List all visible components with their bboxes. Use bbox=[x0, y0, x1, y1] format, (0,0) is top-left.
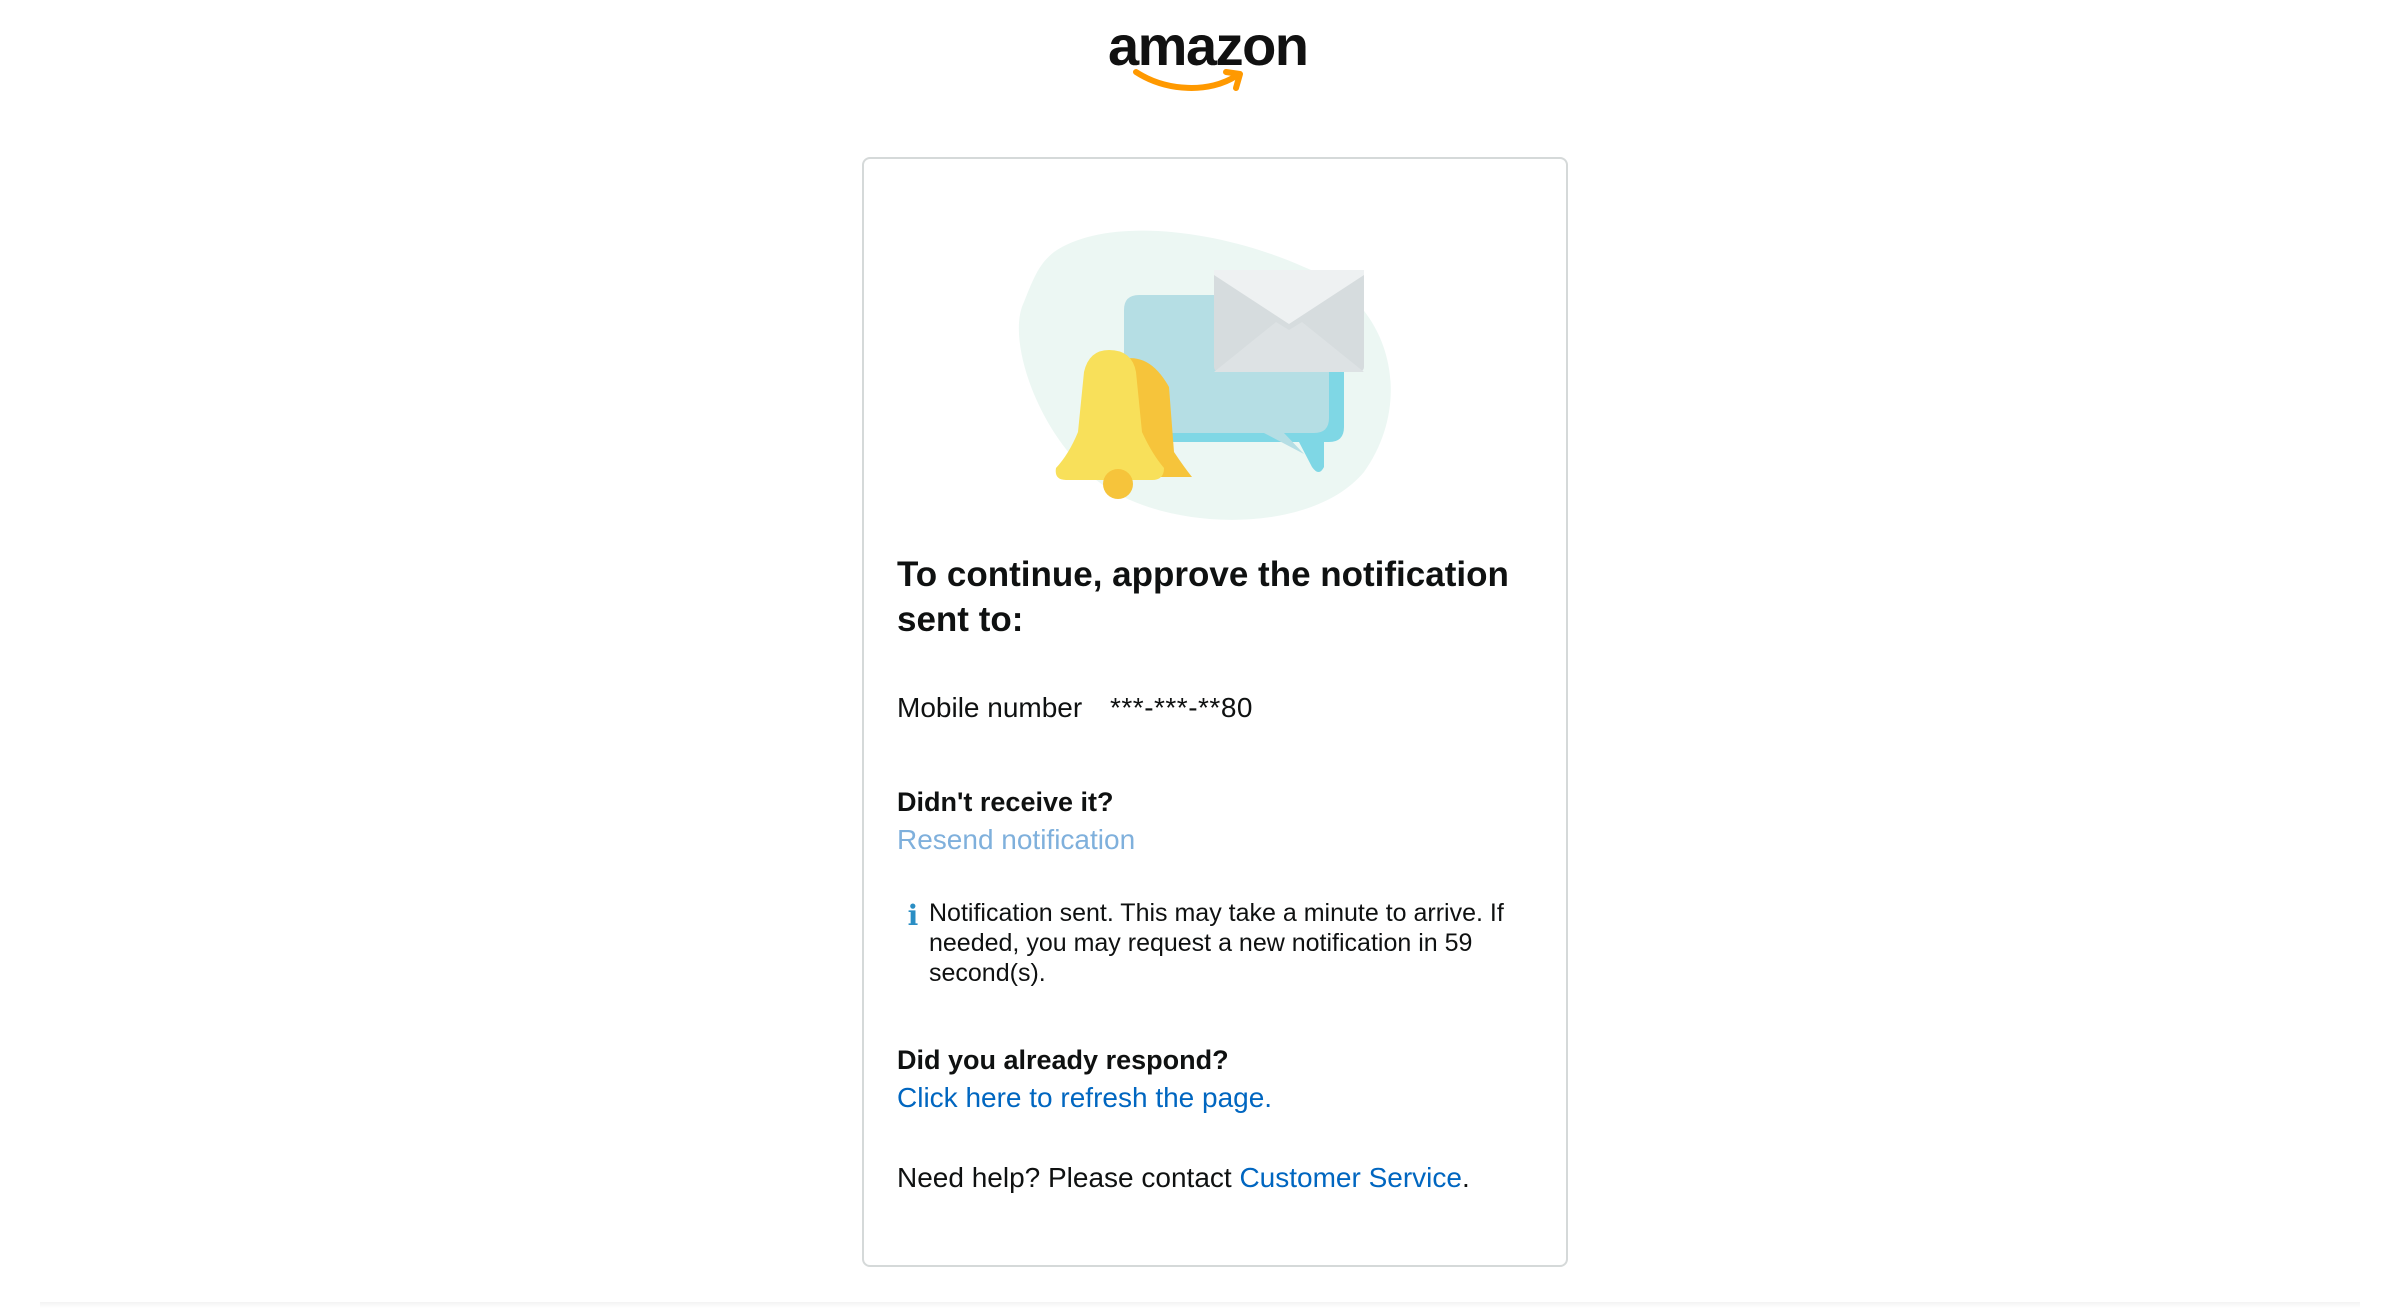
resend-title: Didn't receive it? bbox=[897, 787, 1114, 817]
info-alert: i Notification sent. This may take a min… bbox=[897, 898, 1517, 988]
page-title: To continue, approve the notification se… bbox=[897, 555, 1509, 639]
customer-service-link[interactable]: Customer Service bbox=[1239, 1162, 1462, 1193]
mobile-number-value: ***-***-**80 bbox=[1110, 692, 1253, 723]
envelope-icon bbox=[1214, 270, 1364, 372]
help-suffix: . bbox=[1461, 1162, 1470, 1193]
help-text: Need help? Please contact Customer Servi… bbox=[897, 1160, 1470, 1196]
refresh-page-link[interactable]: Click here to refresh the page. bbox=[897, 1080, 1272, 1116]
mobile-number-row: Mobile number ***-***-**80 bbox=[897, 690, 1253, 726]
info-message: Notification sent. This may take a minut… bbox=[929, 899, 1504, 987]
notification-illustration bbox=[1018, 230, 1391, 520]
amazon-logo[interactable]: amazon bbox=[1108, 18, 1318, 94]
help-prefix: Need help? Please contact bbox=[897, 1162, 1240, 1193]
respond-title: Did you already respond? bbox=[897, 1045, 1229, 1075]
logo-smile-icon bbox=[1133, 69, 1243, 91]
page: amazon To continue, approve the notifica… bbox=[0, 0, 2400, 1310]
resend-notification-link[interactable]: Resend notification bbox=[897, 822, 1135, 858]
mobile-number-label: Mobile number bbox=[897, 692, 1083, 723]
info-icon: i bbox=[907, 899, 919, 932]
footer-divider bbox=[40, 1302, 2360, 1308]
